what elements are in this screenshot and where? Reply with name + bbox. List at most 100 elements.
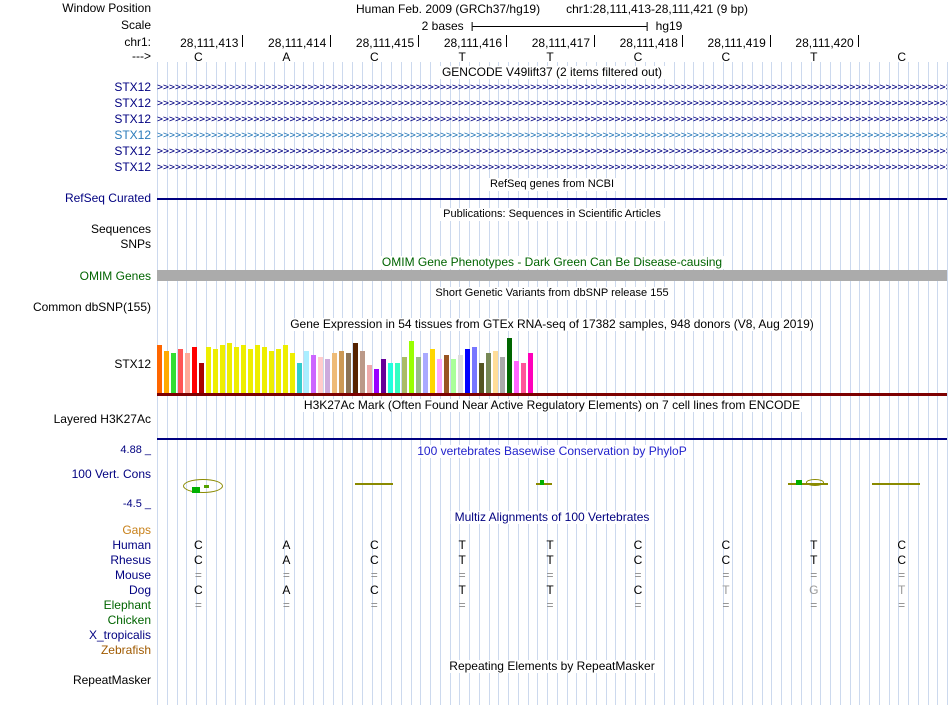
multiz-species-label[interactable]: Mouse xyxy=(0,569,151,582)
gencode-transcript[interactable]: >>>>>>>>>>>>>>>>>>>>>>>>>>>>>>>>>>>>>>>>… xyxy=(157,96,947,112)
sidebar-omim-genes[interactable]: OMIM Genes xyxy=(0,270,151,283)
gtex-tissue-bar[interactable] xyxy=(486,353,491,393)
gtex-tissue-bar[interactable] xyxy=(353,343,358,393)
refseq-curated-gene-line[interactable] xyxy=(157,198,947,200)
gtex-tissue-bar[interactable] xyxy=(346,353,351,393)
gtex-tissue-bar[interactable] xyxy=(395,363,400,393)
gtex-tissue-bar[interactable] xyxy=(472,347,477,393)
sidebar-h3k27ac[interactable]: Layered H3K27Ac xyxy=(0,413,151,426)
gencode-gene-label[interactable]: STX12 xyxy=(0,161,151,174)
gtex-tissue-bar[interactable] xyxy=(178,349,183,393)
gtex-tissue-bar[interactable] xyxy=(311,355,316,393)
gtex-tissue-bar[interactable] xyxy=(332,353,337,393)
gtex-tissue-bar[interactable] xyxy=(227,343,232,393)
sidebar-gtex-gene[interactable]: STX12 xyxy=(0,358,151,371)
assembly-short: hg19 xyxy=(656,19,683,33)
gtex-tissue-bar[interactable] xyxy=(402,357,407,393)
gtex-tissue-bar[interactable] xyxy=(206,347,211,393)
gtex-tissue-bar[interactable] xyxy=(521,363,526,393)
gencode-transcript[interactable]: >>>>>>>>>>>>>>>>>>>>>>>>>>>>>>>>>>>>>>>>… xyxy=(157,112,947,128)
multiz-species-label[interactable]: X_tropicalis xyxy=(0,629,151,642)
h3k27ac-track-title[interactable]: H3K27Ac Mark (Often Found Near Active Re… xyxy=(300,399,804,412)
gtex-track-title[interactable]: Gene Expression in 54 tissues from GTEx … xyxy=(286,318,818,331)
sidebar-sequences[interactable]: Sequences xyxy=(0,223,151,236)
multiz-species-label[interactable]: Human xyxy=(0,539,151,552)
sidebar-refseq-curated[interactable]: RefSeq Curated xyxy=(0,192,151,205)
gtex-tissue-bar[interactable] xyxy=(423,353,428,393)
multiz-base: C xyxy=(890,554,914,567)
gtex-tissue-bar[interactable] xyxy=(451,359,456,393)
sidebar-gaps[interactable]: Gaps xyxy=(0,524,151,537)
gtex-tissue-bar[interactable] xyxy=(437,359,442,393)
gtex-tissue-bar[interactable] xyxy=(339,351,344,393)
gtex-tissue-bar[interactable] xyxy=(325,359,330,393)
gtex-tissue-bar[interactable] xyxy=(283,345,288,393)
repeatmasker-track-title[interactable]: Repeating Elements by RepeatMasker xyxy=(445,660,658,673)
publications-track-title[interactable]: Publications: Sequences in Scientific Ar… xyxy=(439,208,665,221)
gtex-tissue-bar[interactable] xyxy=(276,349,281,393)
gtex-tissue-bar[interactable] xyxy=(318,357,323,393)
gtex-tissue-bar[interactable] xyxy=(199,363,204,393)
multiz-track-title[interactable]: Multiz Alignments of 100 Vertebrates xyxy=(451,511,654,524)
gtex-tissue-bar[interactable] xyxy=(304,351,309,393)
gencode-transcript[interactable]: >>>>>>>>>>>>>>>>>>>>>>>>>>>>>>>>>>>>>>>>… xyxy=(157,160,947,176)
multiz-species-label[interactable]: Chicken xyxy=(0,614,151,627)
gtex-tissue-bar[interactable] xyxy=(157,345,162,393)
gtex-tissue-bar[interactable] xyxy=(381,359,386,393)
gencode-gene-label[interactable]: STX12 xyxy=(0,145,151,158)
sidebar-snps[interactable]: SNPs xyxy=(0,238,151,251)
gtex-tissue-bar[interactable] xyxy=(367,365,372,393)
gtex-bar-chart[interactable] xyxy=(157,336,533,393)
gtex-tissue-bar[interactable] xyxy=(269,351,274,393)
gtex-tissue-bar[interactable] xyxy=(360,351,365,393)
gtex-tissue-bar[interactable] xyxy=(465,349,470,393)
gencode-gene-label[interactable]: STX12 xyxy=(0,129,151,142)
gtex-tissue-bar[interactable] xyxy=(290,353,295,393)
gtex-tissue-bar[interactable] xyxy=(220,345,225,393)
gtex-tissue-bar[interactable] xyxy=(514,361,519,393)
gtex-tissue-bar[interactable] xyxy=(374,369,379,393)
gtex-tissue-bar[interactable] xyxy=(430,349,435,393)
gencode-gene-label[interactable]: STX12 xyxy=(0,81,151,94)
gencode-transcript[interactable]: >>>>>>>>>>>>>>>>>>>>>>>>>>>>>>>>>>>>>>>>… xyxy=(157,128,947,144)
phylop-track-title[interactable]: 100 vertebrates Basewise Conservation by… xyxy=(413,445,690,458)
sidebar-repeatmasker[interactable]: RepeatMasker xyxy=(0,674,151,687)
gtex-tissue-bar[interactable] xyxy=(164,351,169,393)
gtex-tissue-bar[interactable] xyxy=(500,357,505,393)
omim-track-title[interactable]: OMIM Gene Phenotypes - Dark Green Can Be… xyxy=(378,256,726,269)
gtex-tissue-bar[interactable] xyxy=(185,353,190,393)
gtex-tissue-bar[interactable] xyxy=(388,363,393,393)
multiz-species-label[interactable]: Dog xyxy=(0,584,151,597)
multiz-species-label[interactable]: Elephant xyxy=(0,599,151,612)
gtex-tissue-bar[interactable] xyxy=(213,349,218,393)
gtex-tissue-bar[interactable] xyxy=(262,347,267,393)
gtex-tissue-bar[interactable] xyxy=(297,363,302,393)
gtex-tissue-bar[interactable] xyxy=(171,353,176,393)
gtex-tissue-bar[interactable] xyxy=(409,341,414,393)
gtex-tissue-bar[interactable] xyxy=(416,357,421,393)
gencode-track-title[interactable]: GENCODE V49lift37 (2 items filtered out) xyxy=(438,66,666,79)
sidebar-dbsnp[interactable]: Common dbSNP(155) xyxy=(0,301,151,314)
gtex-tissue-bar[interactable] xyxy=(507,338,512,393)
omim-gene-bar[interactable] xyxy=(157,270,947,281)
gtex-tissue-bar[interactable] xyxy=(241,345,246,393)
gtex-tissue-bar[interactable] xyxy=(493,351,498,393)
sidebar-100-vert-cons[interactable]: 100 Vert. Cons xyxy=(0,468,151,481)
multiz-species-label[interactable]: Zebrafish xyxy=(0,644,151,657)
gtex-tissue-bar[interactable] xyxy=(528,353,533,393)
gtex-tissue-bar[interactable] xyxy=(444,355,449,393)
gtex-tissue-bar[interactable] xyxy=(234,347,239,393)
h3k27ac-baseline xyxy=(157,438,947,440)
gtex-tissue-bar[interactable] xyxy=(192,347,197,393)
multiz-species-label[interactable]: Rhesus xyxy=(0,554,151,567)
gtex-tissue-bar[interactable] xyxy=(479,363,484,393)
dbsnp-track-title[interactable]: Short Genetic Variants from dbSNP releas… xyxy=(431,287,672,300)
gencode-transcript[interactable]: >>>>>>>>>>>>>>>>>>>>>>>>>>>>>>>>>>>>>>>>… xyxy=(157,144,947,160)
gencode-gene-label[interactable]: STX12 xyxy=(0,97,151,110)
gtex-tissue-bar[interactable] xyxy=(248,349,253,393)
gencode-gene-label[interactable]: STX12 xyxy=(0,113,151,126)
refseq-track-title[interactable]: RefSeq genes from NCBI xyxy=(486,178,618,191)
gencode-transcript[interactable]: >>>>>>>>>>>>>>>>>>>>>>>>>>>>>>>>>>>>>>>>… xyxy=(157,80,947,96)
gtex-tissue-bar[interactable] xyxy=(255,345,260,393)
gtex-tissue-bar[interactable] xyxy=(458,355,463,393)
